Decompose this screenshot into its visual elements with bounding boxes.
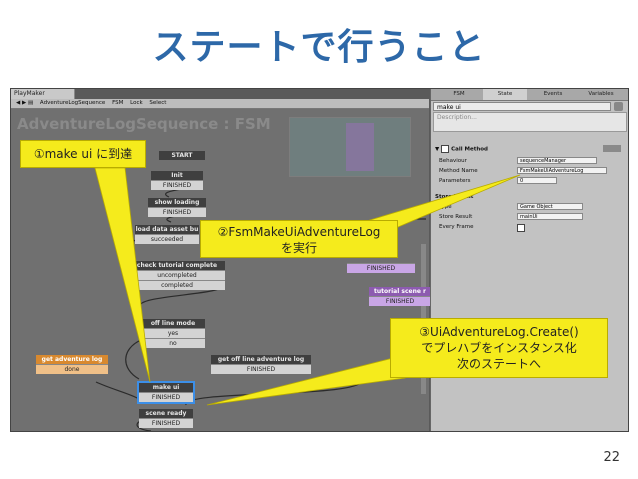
callout-1-pointer <box>94 167 151 383</box>
callout-2: ②FsmMakeUiAdventureLog を実行 <box>200 220 398 258</box>
callout-3-line-2: でプレハブをインスタンス化 <box>421 341 577 355</box>
callout-3-pointer <box>206 354 406 406</box>
callout-1-text: ①make ui に到達 <box>33 147 133 161</box>
callout-1: ①make ui に到達 <box>20 140 146 168</box>
page-number: 22 <box>603 450 620 465</box>
callout-3-line-3: 次のステートへ <box>456 357 541 371</box>
callout-2-line-1: ②FsmMakeUiAdventureLog <box>217 225 381 239</box>
callout-3-line-1: ③UiAdventureLog.Create() <box>419 325 579 339</box>
callout-3: ③UiAdventureLog.Create() でプレハブをインスタンス化 次… <box>390 318 608 378</box>
callout-2-line-2: を実行 <box>280 241 317 255</box>
